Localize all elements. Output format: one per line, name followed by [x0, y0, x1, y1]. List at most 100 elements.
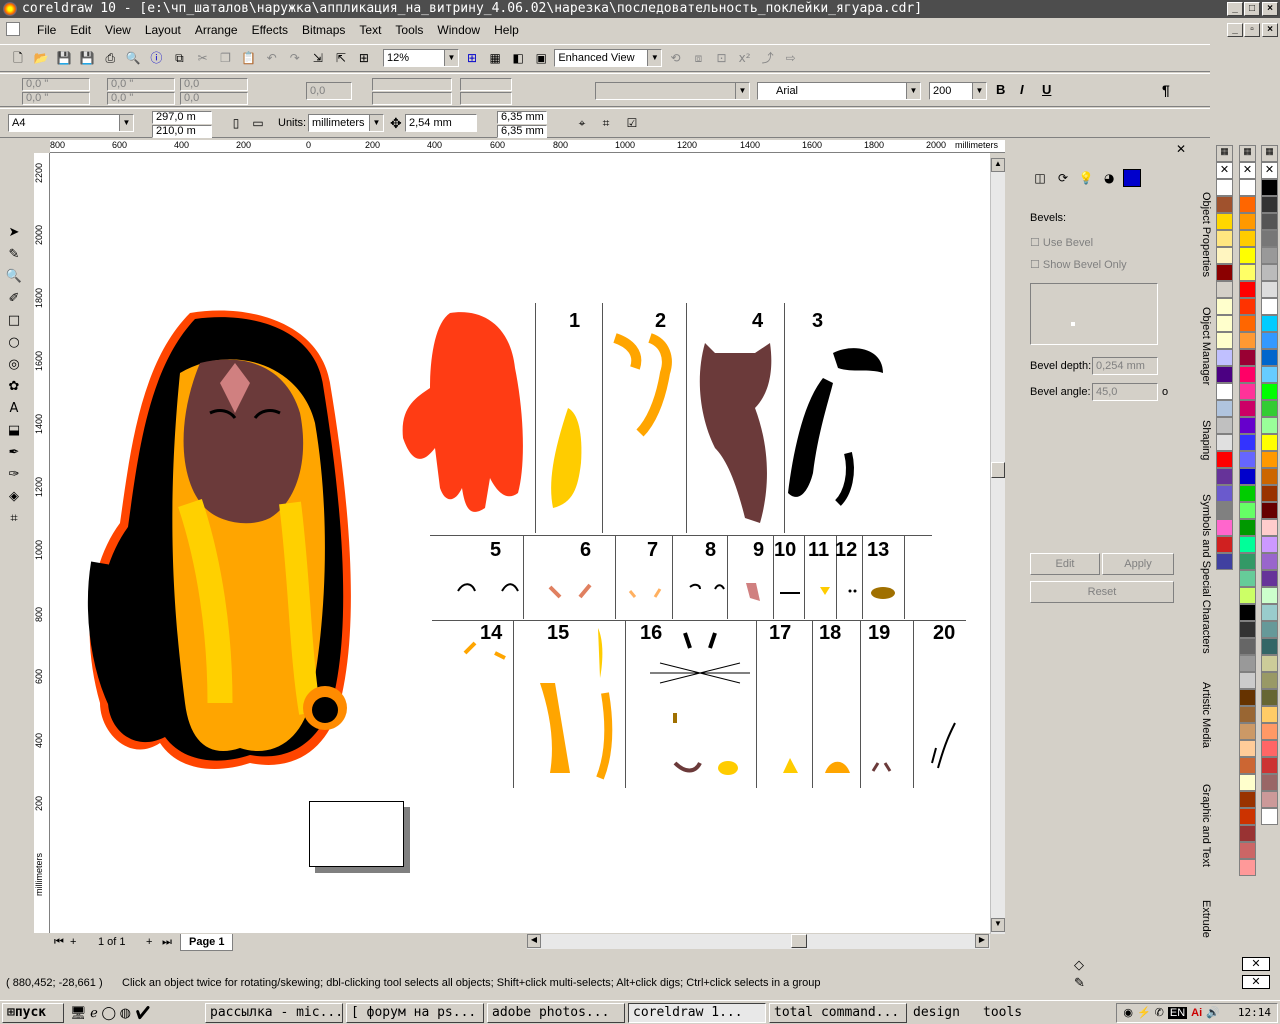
drawing-canvas[interactable]: 1 2 4 3 5 6 7 8 9 10 11 12 13 14 15 16 1… — [50, 153, 990, 933]
snap-icon[interactable]: ⌗ — [597, 114, 615, 132]
scroll-left-button[interactable]: ◀ — [527, 934, 541, 948]
color-swatch[interactable] — [1239, 247, 1256, 264]
menu-tools[interactable]: Tools — [388, 23, 430, 37]
color-swatch[interactable] — [1216, 349, 1233, 366]
rulers-icon[interactable]: ▦ — [486, 49, 504, 67]
color-swatch[interactable] — [1261, 791, 1278, 808]
color-swatch[interactable] — [1261, 502, 1278, 519]
width-field[interactable]: 0,0 " — [107, 78, 175, 91]
menu-effects[interactable]: Effects — [245, 23, 295, 37]
horizontal-scrollbar[interactable]: ◀ ▶ — [527, 934, 990, 949]
color-swatch[interactable] — [1261, 332, 1278, 349]
treat-as-filled-icon[interactable]: ⌖ — [573, 114, 591, 132]
tab-object-properties[interactable]: Object Properties — [1192, 170, 1212, 280]
color-swatch[interactable] — [1239, 740, 1256, 757]
color-swatch[interactable] — [1216, 196, 1233, 213]
color-swatch[interactable] — [1216, 315, 1233, 332]
color-swatch[interactable] — [1216, 383, 1233, 400]
color-swatch[interactable] — [1239, 757, 1256, 774]
volume-icon[interactable]: 🔊 — [1206, 1006, 1220, 1019]
task-button-active[interactable]: coreldraw 1... — [628, 1002, 766, 1023]
color-swatch[interactable] — [1216, 451, 1233, 468]
ie-icon[interactable]: ℯ — [90, 1005, 98, 1020]
prev-page-icon[interactable]: + — [70, 934, 76, 950]
font-size-select[interactable]: 200 ▼ — [929, 82, 987, 100]
color-swatch[interactable] — [1216, 281, 1233, 298]
scale-y-field[interactable]: 0,0 — [180, 92, 248, 105]
fill-none-swatch[interactable]: ✕ — [1242, 957, 1270, 971]
color-swatch[interactable] — [1261, 230, 1278, 247]
redo-icon[interactable]: ↷ — [286, 49, 304, 67]
color-swatch[interactable] — [1216, 553, 1233, 570]
color-swatch[interactable] — [1239, 502, 1256, 519]
portrait-icon[interactable]: ▯ — [227, 114, 245, 132]
import-icon[interactable]: ⇲ — [309, 49, 327, 67]
app-icon[interactable] — [3, 2, 17, 16]
scroll-thumb[interactable] — [991, 462, 1005, 478]
color-swatch[interactable] — [1216, 400, 1233, 417]
bevel-depth-field[interactable]: 0,254 mm — [1092, 357, 1158, 375]
part-1-yellow[interactable] — [543, 403, 593, 513]
shape-tool-icon[interactable]: ✎ — [4, 244, 24, 266]
color-swatch[interactable] — [1261, 655, 1278, 672]
color-swatch[interactable] — [1261, 587, 1278, 604]
color-swatch[interactable] — [1261, 519, 1278, 536]
outline-tool-icon[interactable]: ✑ — [4, 464, 24, 486]
pos-y2-field[interactable] — [460, 92, 512, 105]
doc-icon[interactable] — [6, 22, 20, 36]
new-icon[interactable]: 🗋 — [9, 49, 27, 67]
menu-bitmaps[interactable]: Bitmaps — [295, 23, 352, 37]
task-button[interactable]: adobe photos... — [487, 1002, 625, 1023]
vertical-scrollbar[interactable]: ▲ ▼ — [990, 158, 1005, 934]
color-swatch[interactable] — [1216, 485, 1233, 502]
color-swatch[interactable] — [1239, 417, 1256, 434]
color-swatch[interactable] — [1216, 298, 1233, 315]
pick-tool-icon[interactable]: ➤ — [4, 222, 24, 244]
options-icon[interactable]: ☑ — [623, 114, 641, 132]
color-swatch[interactable] — [1239, 213, 1256, 230]
color-swatch[interactable] — [1261, 383, 1278, 400]
color-swatch[interactable] — [1261, 689, 1278, 706]
menu-arrange[interactable]: Arrange — [188, 23, 245, 37]
bevel-angle-field[interactable]: 45,0 — [1092, 383, 1158, 401]
color-swatch[interactable] — [1216, 332, 1233, 349]
align-icon[interactable]: ⧈ — [689, 49, 707, 67]
use-bevel-checkbox[interactable]: ☐ Use Bevel — [1030, 236, 1093, 249]
part-4-brown[interactable] — [695, 338, 780, 528]
color-swatch[interactable] — [1261, 281, 1278, 298]
to-curve-icon[interactable]: ⤴ — [759, 49, 777, 67]
info-icon[interactable]: ⓘ — [147, 49, 165, 67]
interactive-fill-icon[interactable]: ⌗ — [4, 508, 24, 530]
color-swatch[interactable] — [1216, 434, 1233, 451]
paragraph-button[interactable]: ¶ — [1162, 82, 1170, 98]
tab-artistic-media[interactable]: Artistic Media — [1192, 660, 1212, 760]
color-swatch[interactable] — [1261, 451, 1278, 468]
cut-icon[interactable]: ✂ — [194, 49, 212, 67]
convert-icon[interactable]: ⇨ — [782, 49, 800, 67]
doc-close-button[interactable]: × — [1262, 23, 1278, 37]
color-swatch[interactable] — [1261, 264, 1278, 281]
color-swatch[interactable] — [1216, 179, 1233, 196]
reset-button[interactable]: Reset — [1030, 581, 1174, 603]
color-swatch[interactable] — [1261, 366, 1278, 383]
duplicate-y-field[interactable]: 6,35 mm — [497, 125, 547, 138]
color-swatch[interactable] — [1261, 808, 1278, 825]
color-swatch[interactable] — [1239, 655, 1256, 672]
color-swatch[interactable] — [1239, 791, 1256, 808]
scroll-right-button[interactable]: ▶ — [975, 934, 989, 948]
scroll-up-button[interactable]: ▲ — [991, 158, 1005, 172]
color-swatch[interactable] — [1239, 264, 1256, 281]
paper-size-select[interactable]: A4 ▼ — [8, 114, 134, 132]
parts-row-2[interactable] — [450, 573, 910, 613]
duplicate-x-field[interactable]: 6,35 mm — [497, 111, 547, 124]
view-mode-select[interactable]: Enhanced View ▼ — [554, 49, 663, 67]
color-swatch[interactable] — [1239, 570, 1256, 587]
color-swatch[interactable] — [1216, 366, 1233, 383]
color-swatch[interactable] — [1239, 468, 1256, 485]
color-swatch[interactable] — [1239, 230, 1256, 247]
color-swatch[interactable] — [1239, 604, 1256, 621]
print-icon[interactable]: ⎙ — [101, 49, 119, 67]
color-swatch[interactable] — [1239, 315, 1256, 332]
color-swatch[interactable] — [1239, 400, 1256, 417]
color-swatch[interactable] — [1239, 349, 1256, 366]
